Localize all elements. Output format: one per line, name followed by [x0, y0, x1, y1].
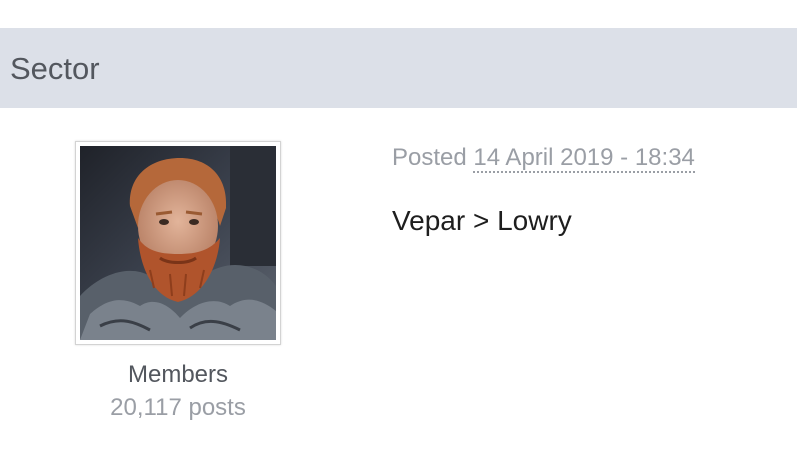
post-content: Vepar > Lowry — [392, 205, 572, 236]
member-group-label: Members — [127, 361, 229, 388]
author-name-link[interactable]: Sector — [10, 50, 100, 88]
post-count: 20,117 posts — [110, 394, 246, 421]
avatar-frame[interactable] — [75, 141, 281, 345]
posted-label: Posted — [392, 144, 467, 171]
post-meta: Posted 14 April 2019 - 18:34 — [392, 143, 695, 173]
user-avatar-photo-icon[interactable] — [80, 146, 276, 340]
post-header-bar — [0, 28, 797, 108]
post-date-link[interactable]: 14 April 2019 - 18:34 — [473, 144, 695, 173]
forum-post: Sector Members 20,117 posts Posted 14 Ap… — [0, 0, 797, 470]
